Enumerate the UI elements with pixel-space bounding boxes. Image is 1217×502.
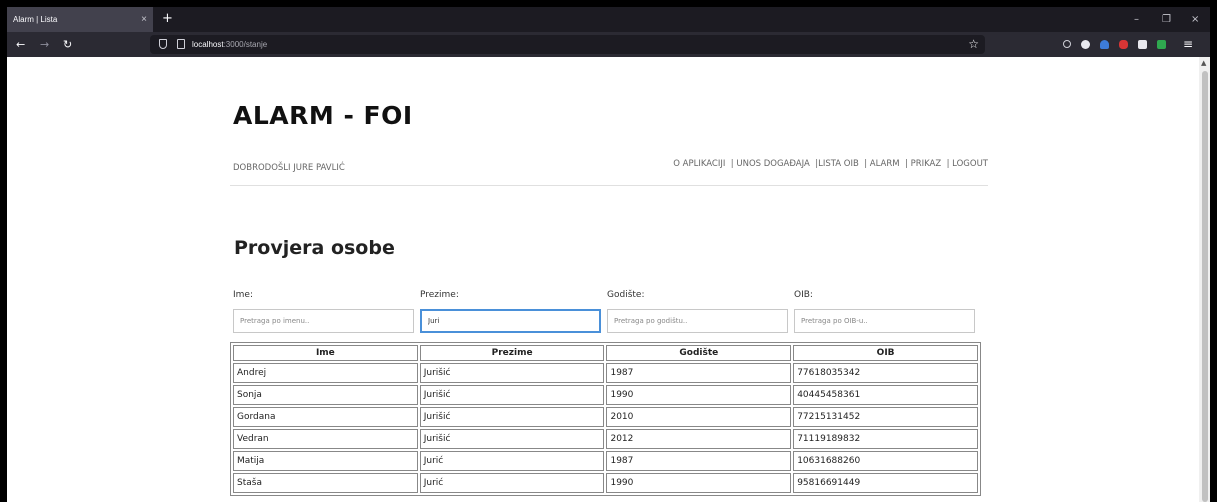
reload-icon[interactable]: ↻ [63, 32, 72, 57]
cell-prezime: Jurić [419, 451, 605, 471]
column-header-prezime: Prezime [419, 345, 605, 361]
bookmark-star-icon[interactable]: ☆ [968, 35, 979, 54]
welcome-text: DOBRODOŠLI JURE PAVLIĆ [233, 163, 345, 173]
vertical-scrollbar[interactable]: ▲ [1199, 57, 1210, 502]
cell-prezime: Jurišić [419, 385, 605, 405]
scroll-up-icon[interactable]: ▲ [1201, 59, 1206, 67]
extension-green-icon[interactable] [1157, 40, 1166, 49]
cell-godiste: 1990 [606, 385, 792, 405]
cell-godiste: 1987 [606, 363, 792, 383]
table-row: Andrej Jurišić 1987 77618035342 [233, 363, 978, 383]
tab-title: Alarm | Lista [13, 15, 58, 24]
extension-blue-icon[interactable] [1100, 40, 1109, 49]
column-header-ime: Ime [233, 345, 418, 361]
back-icon[interactable]: ← [16, 32, 25, 57]
table-row: Vedran Jurišić 2012 71119189832 [233, 429, 978, 449]
filter-input-godiste[interactable] [607, 309, 788, 333]
table-header-row: Ime Prezime Godište OIB [233, 345, 978, 361]
url-bar[interactable]: localhost:3000/stanje ☆ [150, 35, 985, 54]
menu-separator: | [905, 159, 908, 169]
cell-oib: 10631688260 [793, 451, 978, 471]
new-tab-icon[interactable]: + [162, 7, 173, 31]
results-table: Ime Prezime Godište OIB Andrej Jurišić 1… [230, 342, 981, 496]
tracking-shield-icon[interactable] [159, 39, 167, 49]
menu-item-lista-oib[interactable]: LISTA OIB [818, 159, 859, 169]
cell-godiste: 1987 [606, 451, 792, 471]
filter-input-ime[interactable] [233, 309, 414, 333]
cell-prezime: Jurišić [419, 429, 605, 449]
navigation-toolbar: ← → ↻ localhost:3000/stanje ☆ ≡ [7, 32, 1210, 57]
cell-prezime: Jurišić [419, 363, 605, 383]
table-row: Sonja Jurišić 1990 40445458361 [233, 385, 978, 405]
cell-ime: Gordana [233, 407, 418, 427]
page-heading: Provjera osobe [234, 237, 395, 259]
main-menu: O APLIKACIJI | UNOS DOGAĐAJA |LISTA OIB … [673, 159, 988, 169]
filter-label-oib: OIB: [794, 290, 813, 300]
cell-godiste: 2010 [606, 407, 792, 427]
menu-separator: | [946, 159, 950, 169]
forward-icon[interactable]: → [40, 32, 49, 57]
cell-ime: Vedran [233, 429, 418, 449]
cell-ime: Staša [233, 473, 418, 493]
window-close-icon[interactable]: × [1191, 7, 1199, 32]
cell-oib: 77215131452 [793, 407, 978, 427]
menu-item-o-aplikaciji[interactable]: O APLIKACIJI [673, 159, 725, 169]
menu-item-logout[interactable]: LOGOUT [952, 159, 988, 169]
site-title[interactable]: ALARM - FOI [233, 101, 413, 130]
page-viewport: ALARM - FOI DOBRODOŠLI JURE PAVLIĆ O APL… [7, 57, 1199, 502]
cell-prezime: Jurišić [419, 407, 605, 427]
filter-input-prezime[interactable] [420, 309, 601, 333]
menu-separator: | [730, 159, 734, 169]
minimize-icon[interactable]: – [1134, 7, 1139, 32]
cell-oib: 40445458361 [793, 385, 978, 405]
header-divider [230, 185, 988, 186]
filter-input-oib[interactable] [794, 309, 975, 333]
menu-separator: | [864, 159, 868, 169]
ublock-icon[interactable] [1119, 40, 1128, 49]
filter-label-ime: Ime: [233, 290, 253, 300]
cell-godiste: 2012 [606, 429, 792, 449]
browser-window: Alarm | Lista × + – ❐ × ← → ↻ localhost:… [7, 7, 1210, 502]
column-header-godiste: Godište [606, 345, 792, 361]
extension-z-icon[interactable] [1081, 40, 1090, 49]
cell-oib: 71119189832 [793, 429, 978, 449]
column-header-oib: OIB [793, 345, 978, 361]
table-row: Staša Jurić 1990 95816691449 [233, 473, 978, 493]
page-info-icon[interactable] [177, 39, 185, 49]
cell-ime: Sonja [233, 385, 418, 405]
cell-oib: 95816691449 [793, 473, 978, 493]
pocket-icon[interactable] [1063, 40, 1071, 48]
menu-item-prikaz[interactable]: PRIKAZ [911, 159, 942, 169]
table-row: Matija Jurić 1987 10631688260 [233, 451, 978, 471]
cell-ime: Andrej [233, 363, 418, 383]
restore-icon[interactable]: ❐ [1162, 7, 1171, 32]
filter-label-prezime: Prezime: [420, 290, 459, 300]
tab-close-icon[interactable]: × [141, 7, 147, 32]
cell-godiste: 1990 [606, 473, 792, 493]
cell-prezime: Jurić [419, 473, 605, 493]
filter-label-godiste: Godište: [607, 290, 645, 300]
extension-page-icon[interactable] [1138, 40, 1147, 49]
cell-ime: Matija [233, 451, 418, 471]
tab-strip: Alarm | Lista × + – ❐ × [7, 7, 1210, 32]
scrollbar-thumb[interactable] [1202, 71, 1208, 502]
app-menu-icon[interactable]: ≡ [1183, 32, 1193, 57]
tab-alarm-lista[interactable]: Alarm | Lista × [7, 7, 153, 32]
url-text[interactable]: localhost:3000/stanje [192, 35, 267, 54]
table-row: Gordana Jurišić 2010 77215131452 [233, 407, 978, 427]
menu-item-alarm[interactable]: ALARM [870, 159, 900, 169]
cell-oib: 77618035342 [793, 363, 978, 383]
menu-item-unos-dogadaja[interactable]: UNOS DOGAĐAJA [736, 159, 809, 169]
